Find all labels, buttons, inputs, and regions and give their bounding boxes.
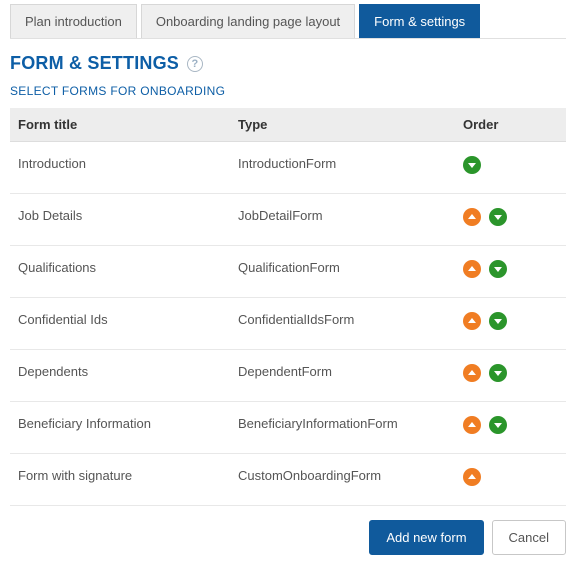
order-cell [455,350,566,402]
order-cell [455,194,566,246]
col-header-order: Order [455,108,566,142]
cancel-button[interactable]: Cancel [492,520,566,555]
move-down-icon[interactable] [489,416,507,434]
form-title: Job Details [10,194,230,246]
form-type: DependentForm [230,350,455,402]
page-title-text: FORM & SETTINGS [10,53,179,74]
form-title: Confidential Ids [10,298,230,350]
table-row: Form with signatureCustomOnboardingForm [10,454,566,506]
form-title: Beneficiary Information [10,402,230,454]
form-type: ConfidentialIdsForm [230,298,455,350]
move-down-icon[interactable] [463,156,481,174]
forms-table: Form title Type Order IntroductionIntrod… [10,108,566,506]
form-title: Dependents [10,350,230,402]
col-header-title: Form title [10,108,230,142]
table-row: QualificationsQualificationForm [10,246,566,298]
tab-bar: Plan introductionOnboarding landing page… [10,0,566,39]
page-title: FORM & SETTINGS ? [10,53,566,74]
move-up-icon[interactable] [463,468,481,486]
order-cell [455,402,566,454]
move-up-icon[interactable] [463,364,481,382]
table-row: Confidential IdsConfidentialIdsForm [10,298,566,350]
form-type: IntroductionForm [230,142,455,194]
form-title: Qualifications [10,246,230,298]
tab-0[interactable]: Plan introduction [10,4,137,38]
move-down-icon[interactable] [489,260,507,278]
help-icon[interactable]: ? [187,56,203,72]
tab-1[interactable]: Onboarding landing page layout [141,4,355,38]
order-cell [455,142,566,194]
move-up-icon[interactable] [463,208,481,226]
table-row: Job DetailsJobDetailForm [10,194,566,246]
section-subhead: SELECT FORMS FOR ONBOARDING [10,84,566,98]
add-new-form-button[interactable]: Add new form [369,520,483,555]
col-header-type: Type [230,108,455,142]
move-down-icon[interactable] [489,312,507,330]
table-row: Beneficiary InformationBeneficiaryInform… [10,402,566,454]
move-down-icon[interactable] [489,208,507,226]
footer-actions: Add new form Cancel [10,506,566,555]
form-title: Form with signature [10,454,230,506]
table-row: DependentsDependentForm [10,350,566,402]
tab-2[interactable]: Form & settings [359,4,480,38]
form-type: CustomOnboardingForm [230,454,455,506]
order-cell [455,246,566,298]
form-title: Introduction [10,142,230,194]
form-type: BeneficiaryInformationForm [230,402,455,454]
form-type: JobDetailForm [230,194,455,246]
form-type: QualificationForm [230,246,455,298]
table-row: IntroductionIntroductionForm [10,142,566,194]
move-up-icon[interactable] [463,312,481,330]
move-down-icon[interactable] [489,364,507,382]
order-cell [455,298,566,350]
move-up-icon[interactable] [463,260,481,278]
move-up-icon[interactable] [463,416,481,434]
order-cell [455,454,566,506]
